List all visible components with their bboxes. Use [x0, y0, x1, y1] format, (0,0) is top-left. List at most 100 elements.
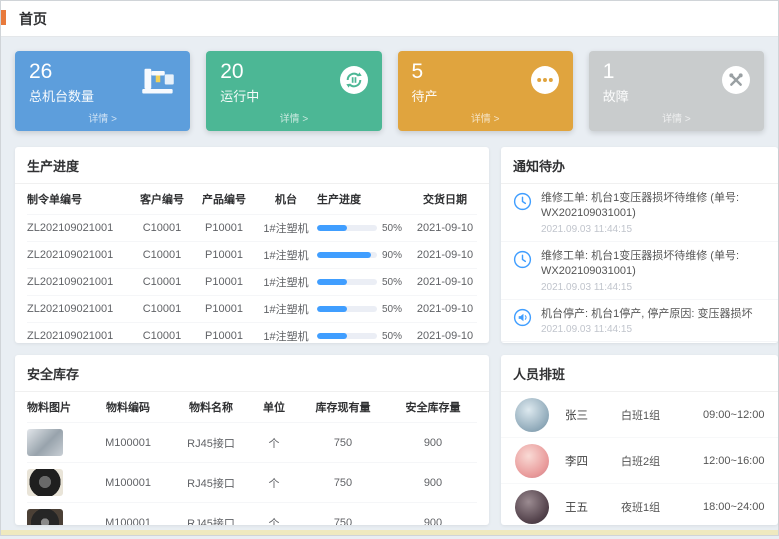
machine-name: 1#注塑机	[255, 301, 317, 317]
card-value: 5	[412, 60, 438, 83]
notice-text: 机台停产: 机台1停产, 停产原因: 变压器损坏	[541, 307, 752, 322]
right-column: 通知待办 维修工单: 机台1变压器损坏待维修 (单号: WX2021090310…	[501, 147, 778, 525]
card-top: 20 运行中	[220, 60, 367, 105]
stat-card-waiting[interactable]: 5 待产 详情 >	[398, 51, 573, 131]
panel-title: 生产进度	[15, 147, 489, 184]
material-unit: 个	[251, 435, 297, 451]
notice-item[interactable]: 维修工单: 机台1变压器损坏待维修 (单号: WX202109031001) 2…	[501, 184, 778, 242]
material-name: RJ45接口	[171, 435, 251, 451]
stat-cards: 26 总机台数量 详情 > 20	[15, 51, 764, 131]
machine-name: 1#注塑机	[255, 220, 317, 236]
material-image-round-connector	[27, 469, 63, 496]
stat-card-total-machines[interactable]: 26 总机台数量 详情 >	[15, 51, 190, 131]
order-no: ZL202109021001	[27, 330, 131, 342]
progress-bar	[317, 333, 377, 339]
card-label: 待产	[412, 86, 438, 105]
panel-title: 人员排班	[501, 355, 778, 392]
safety-stock: 900	[389, 517, 477, 526]
delivery-date: 2021-09-10	[413, 330, 477, 342]
notice-body: 维修工单: 机台1变压器损坏待维修 (单号: WX202109031001) 2…	[541, 191, 766, 235]
notice-time: 2021.09.03 11:44:15	[541, 324, 752, 335]
left-column: 生产进度 制令单编号 客户编号 产品编号 机台 生产进度 交货日期 ZL2021…	[15, 147, 489, 525]
inventory-table: 物料图片 物料编码 物料名称 单位 库存现有量 安全库存量 M100001 RJ…	[15, 392, 489, 525]
material-code: M100001	[85, 517, 171, 526]
customer-no: C10001	[131, 303, 193, 315]
panel-title: 安全库存	[15, 355, 489, 392]
progress-label: 50%	[382, 304, 402, 315]
work-order-icon	[513, 249, 533, 293]
main-content: 26 总机台数量 详情 > 20	[1, 37, 778, 539]
table-row: ZL202109021001 C10001 P10001 1#注塑机 50% 2…	[27, 322, 477, 343]
progress-cell: 50%	[317, 304, 413, 315]
card-text: 20 运行中	[220, 60, 259, 105]
notice-text: 维修工单: 机台1变压器损坏待维修 (单号: WX202109031001)	[541, 249, 766, 280]
card-detail-link[interactable]: 详情 >	[29, 110, 176, 127]
card-value: 26	[29, 60, 94, 83]
col-header: 制令单编号	[27, 191, 131, 207]
material-image-speaker	[27, 509, 63, 525]
card-detail-link[interactable]: 详情 >	[220, 110, 367, 127]
material-image-cell	[27, 469, 85, 496]
machine-name: 1#注塑机	[255, 274, 317, 290]
table-header: 物料图片 物料编码 物料名称 单位 库存现有量 安全库存量	[27, 392, 477, 422]
col-header: 客户编号	[131, 191, 193, 207]
notice-item[interactable]: 计划暂停: 机台1生产计划已暂停 2021.09.03 11:44:15	[501, 342, 778, 343]
panel-title: 通知待办	[501, 147, 778, 184]
schedule-row: 王五 夜班1组 18:00~24:00	[501, 484, 778, 525]
table-header: 制令单编号 客户编号 产品编号 机台 生产进度 交货日期	[27, 184, 477, 214]
card-label: 总机台数量	[29, 86, 94, 105]
notice-item[interactable]: 维修工单: 机台1变压器损坏待维修 (单号: WX202109031001) 2…	[501, 242, 778, 300]
customer-no: C10001	[131, 276, 193, 288]
card-text: 5 待产	[412, 60, 438, 105]
stat-card-fault[interactable]: 1 故障 详情 >	[589, 51, 764, 131]
person-name: 李四	[565, 453, 621, 469]
product-no: P10001	[193, 222, 255, 234]
header-accent	[1, 10, 6, 25]
progress-label: 50%	[382, 331, 402, 342]
product-no: P10001	[193, 249, 255, 261]
customer-no: C10001	[131, 249, 193, 261]
card-label: 故障	[603, 86, 629, 105]
material-name: RJ45接口	[171, 515, 251, 526]
product-no: P10001	[193, 276, 255, 288]
card-detail-link[interactable]: 详情 >	[603, 110, 750, 127]
stat-card-running[interactable]: 20 运行中 详情 >	[206, 51, 381, 131]
order-no: ZL202109021001	[27, 276, 131, 288]
schedule-row: 张三 白班1组 09:00~12:00	[501, 392, 778, 438]
order-no: ZL202109021001	[27, 249, 131, 261]
progress-cell: 50%	[317, 223, 413, 234]
col-header: 产品编号	[193, 191, 255, 207]
progress-fill	[317, 225, 347, 231]
delivery-date: 2021-09-10	[413, 303, 477, 315]
personnel-schedule-panel: 人员排班 张三 白班1组 09:00~12:00 李四 白班2组 12:00~1…	[501, 355, 778, 525]
person-name: 张三	[565, 407, 621, 423]
col-header: 物料图片	[27, 399, 85, 415]
schedule-row: 李四 白班2组 12:00~16:00	[501, 438, 778, 484]
material-image-cell	[27, 429, 85, 456]
stock-on-hand: 750	[297, 437, 389, 449]
stock-on-hand: 750	[297, 517, 389, 526]
machine-name: 1#注塑机	[255, 328, 317, 343]
product-no: P10001	[193, 303, 255, 315]
order-no: ZL202109021001	[27, 303, 131, 315]
person-shift: 白班2组	[621, 453, 703, 469]
avatar	[515, 490, 549, 524]
table-row: ZL202109021001 C10001 P10001 1#注塑机 50% 2…	[27, 268, 477, 295]
card-detail-link[interactable]: 详情 >	[412, 110, 559, 127]
material-unit: 个	[251, 515, 297, 526]
card-text: 26 总机台数量	[29, 60, 94, 105]
progress-fill	[317, 252, 371, 258]
progress-bar	[317, 306, 377, 312]
material-unit: 个	[251, 475, 297, 491]
progress-fill	[317, 279, 347, 285]
customer-no: C10001	[131, 330, 193, 342]
top-bar: 首页	[1, 1, 778, 37]
delivery-date: 2021-09-10	[413, 222, 477, 234]
table-row: M100001 RJ45接口 个 750 900	[27, 502, 477, 525]
notice-item[interactable]: 机台停产: 机台1停产, 停产原因: 变压器损坏 2021.09.03 11:4…	[501, 300, 778, 342]
machine-icon	[140, 65, 176, 100]
page-title: 首页	[19, 9, 47, 29]
running-icon	[340, 66, 368, 99]
notice-body: 机台停产: 机台1停产, 停产原因: 变压器损坏 2021.09.03 11:4…	[541, 307, 752, 335]
order-no: ZL202109021001	[27, 222, 131, 234]
